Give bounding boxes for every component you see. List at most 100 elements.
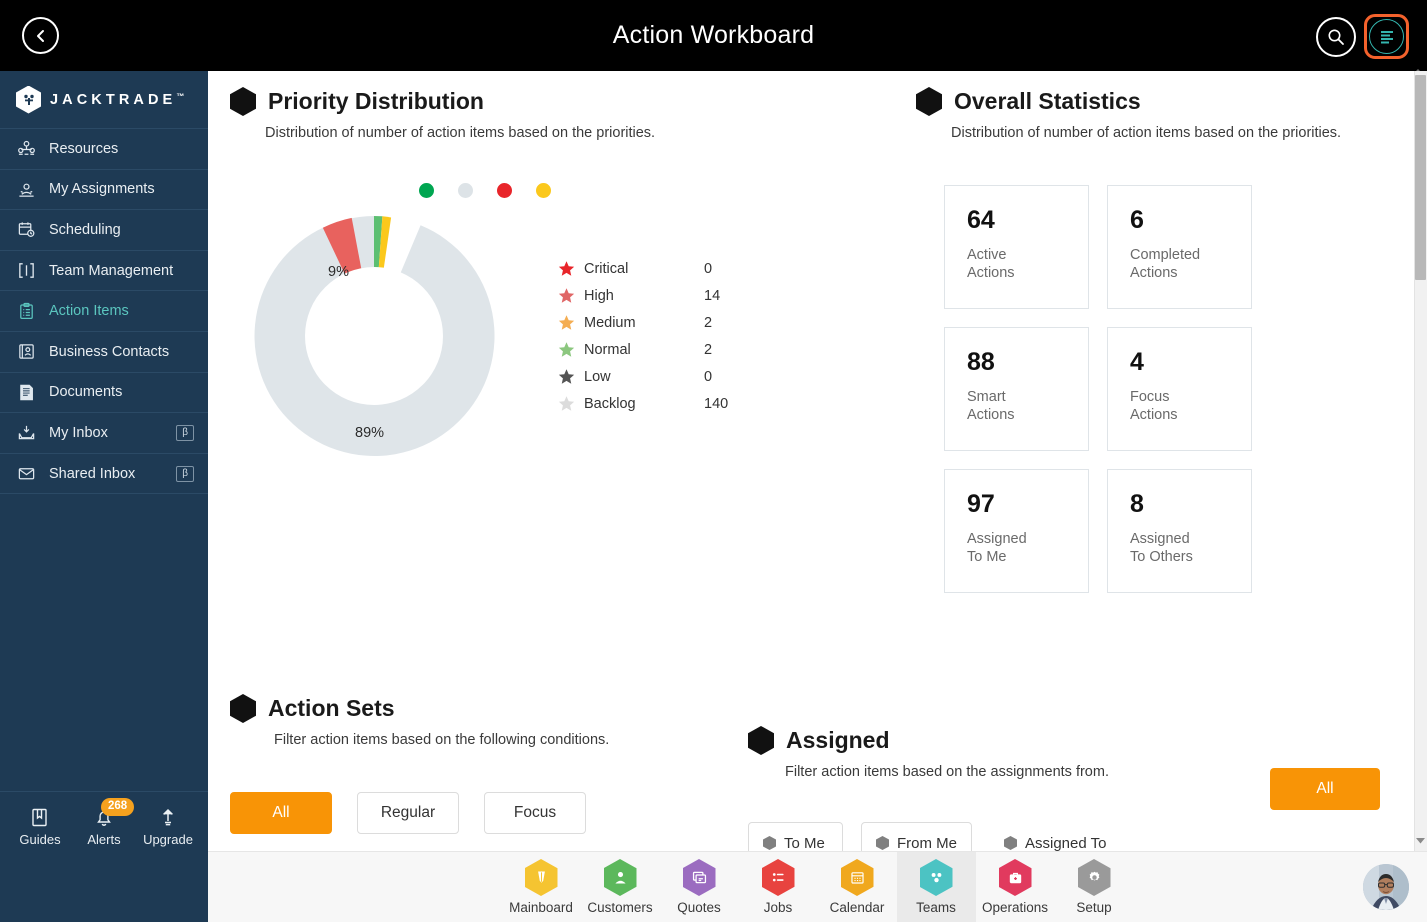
bottom-nav-calendar[interactable]: Calendar bbox=[818, 852, 897, 922]
stat-card-assigned-to-others[interactable]: 8 Assigned To Others bbox=[1107, 469, 1252, 593]
bottom-nav-mainboard[interactable]: Mainboard bbox=[502, 852, 581, 922]
hexagon-dot-icon bbox=[1004, 836, 1017, 850]
sidebar-item-label: Resources bbox=[49, 140, 119, 157]
customers-icon bbox=[603, 859, 637, 896]
stat-label: Active Actions bbox=[967, 247, 1015, 281]
main-content: Priority Distribution Distribution of nu… bbox=[208, 71, 1427, 851]
bottom-nav-teams[interactable]: Teams bbox=[896, 851, 976, 922]
stat-label: Smart Actions bbox=[967, 389, 1015, 423]
dot-yellow[interactable] bbox=[536, 183, 551, 198]
search-button[interactable] bbox=[1316, 16, 1356, 57]
action-sets-filter-buttons: All Regular Focus bbox=[230, 792, 790, 834]
bottom-nav-label: Setup bbox=[1076, 900, 1112, 915]
stat-card-smart-actions[interactable]: 88 Smart Actions bbox=[944, 327, 1089, 451]
bottom-nav-setup[interactable]: Setup bbox=[1055, 852, 1134, 922]
book-icon bbox=[32, 808, 47, 827]
stat-card-focus-actions[interactable]: 4 Focus Actions bbox=[1107, 327, 1252, 451]
hexagon-bullet-icon bbox=[748, 726, 774, 755]
brand-trademark: ™ bbox=[176, 91, 185, 101]
chevron-down-icon bbox=[1416, 837, 1425, 843]
star-icon bbox=[558, 314, 584, 331]
priority-distribution-panel: Priority Distribution Distribution of nu… bbox=[230, 87, 890, 462]
mainboard-icon bbox=[524, 859, 558, 896]
assigned-all-button[interactable]: All bbox=[1270, 768, 1380, 810]
priority-toggle-dots bbox=[208, 183, 890, 198]
assigned-to-me-button[interactable]: To Me bbox=[748, 822, 843, 851]
dot-red[interactable] bbox=[497, 183, 512, 198]
brand-text: JACKTRADE bbox=[50, 91, 177, 108]
guides-button[interactable]: Guides bbox=[11, 806, 69, 847]
sidebar-item-scheduling[interactable]: Scheduling bbox=[0, 210, 208, 251]
priority-panel-subtitle: Distribution of number of action items b… bbox=[265, 125, 656, 141]
sidebar-item-action-items[interactable]: Action Items bbox=[0, 291, 208, 332]
alerts-badge: 268 bbox=[101, 798, 135, 816]
calendar-icon bbox=[840, 859, 874, 896]
assigned-panel: Assigned Filter action items based on th… bbox=[748, 726, 1408, 851]
beta-badge: β bbox=[176, 465, 194, 482]
stat-label: Assigned To Me bbox=[967, 531, 1027, 565]
stat-value: 97 bbox=[967, 490, 995, 518]
toggle-dashboard-list-view-button[interactable] bbox=[1364, 14, 1409, 59]
priority-donut-chart[interactable]: 9% 89% bbox=[248, 210, 500, 462]
brand[interactable]: JACKTRADE™ bbox=[0, 71, 208, 129]
sidebar-item-resources[interactable]: Resources bbox=[0, 129, 208, 170]
legend-label: Low bbox=[584, 368, 611, 385]
legend-row[interactable]: Low 0 bbox=[558, 363, 764, 390]
scrollbar-thumb[interactable] bbox=[1415, 75, 1426, 280]
dot-green[interactable] bbox=[419, 183, 434, 198]
stat-value: 8 bbox=[1130, 490, 1144, 518]
legend-value: 2 bbox=[704, 341, 713, 358]
legend-row[interactable]: Backlog 140 bbox=[558, 390, 764, 417]
assigned-from-me-button[interactable]: From Me bbox=[861, 822, 972, 851]
assigned-to-button[interactable]: Assigned To bbox=[990, 822, 1121, 852]
filter-focus-button[interactable]: Focus bbox=[484, 792, 586, 834]
legend-label: High bbox=[584, 287, 614, 304]
action-sets-panel: Action Sets Filter action items based on… bbox=[230, 694, 790, 834]
bottom-nav-jobs[interactable]: Jobs bbox=[739, 852, 818, 922]
legend-row[interactable]: High 14 bbox=[558, 282, 764, 309]
sidebar-item-label: Documents bbox=[49, 384, 123, 401]
sidebar-item-my-inbox[interactable]: My Inbox β bbox=[0, 413, 208, 454]
hexagon-bullet-icon bbox=[916, 87, 942, 116]
scrollbar-down-arrow[interactable] bbox=[1415, 833, 1426, 847]
sidebar-item-business-contacts[interactable]: Business Contacts bbox=[0, 332, 208, 373]
page-title: Action Workboard bbox=[612, 21, 815, 49]
legend-row[interactable]: Critical 0 bbox=[558, 255, 764, 282]
list-view-circle bbox=[1369, 19, 1404, 54]
sidebar-item-shared-inbox[interactable]: Shared Inbox β bbox=[0, 454, 208, 495]
user-avatar[interactable] bbox=[1363, 864, 1409, 910]
alerts-button[interactable]: 268 Alerts bbox=[75, 798, 135, 847]
legend-value: 2 bbox=[704, 314, 713, 331]
quotes-glyph bbox=[692, 871, 706, 884]
stat-value: 64 bbox=[967, 206, 995, 234]
bottom-nav-quotes[interactable]: Quotes bbox=[660, 852, 739, 922]
legend-value: 14 bbox=[704, 287, 721, 304]
stat-card-active-actions[interactable]: 64 Active Actions bbox=[944, 185, 1089, 309]
customers-glyph bbox=[614, 871, 626, 884]
arrow-up-icon bbox=[163, 808, 173, 826]
chip-label: Assigned To bbox=[1025, 834, 1107, 852]
legend-label: Critical bbox=[584, 260, 629, 277]
sidebar-footer bbox=[0, 851, 208, 922]
hexagon-dot-icon bbox=[763, 836, 776, 850]
filter-regular-button[interactable]: Regular bbox=[357, 792, 459, 834]
dot-gray[interactable] bbox=[458, 183, 473, 198]
filter-all-button[interactable]: All bbox=[230, 792, 332, 834]
inbox-down-icon bbox=[16, 422, 37, 443]
sidebar-item-my-assignments[interactable]: My Assignments bbox=[0, 170, 208, 211]
main-scrollbar[interactable] bbox=[1414, 71, 1427, 851]
stat-card-completed-actions[interactable]: 6 Completed Actions bbox=[1107, 185, 1252, 309]
bottom-nav-customers[interactable]: Customers bbox=[581, 852, 660, 922]
stat-card-assigned-to-me[interactable]: 97 Assigned To Me bbox=[944, 469, 1089, 593]
priority-panel-title: Priority Distribution bbox=[268, 88, 484, 114]
upgrade-button[interactable]: Upgrade bbox=[139, 806, 197, 847]
stat-label: Focus Actions bbox=[1130, 389, 1178, 423]
assigned-filter-buttons: To Me From Me Assigned To bbox=[748, 822, 1408, 851]
bottom-nav-operations[interactable]: Operations bbox=[976, 852, 1055, 922]
sidebar-item-documents[interactable]: Documents bbox=[0, 373, 208, 414]
stat-label: Completed Actions bbox=[1130, 247, 1201, 281]
sidebar-item-team-management[interactable]: Team Management bbox=[0, 251, 208, 292]
legend-row[interactable]: Medium 2 bbox=[558, 309, 764, 336]
legend-row[interactable]: Normal 2 bbox=[558, 336, 764, 363]
sidebar-nav: Resources My Assignments Scheduling Team… bbox=[0, 129, 208, 495]
